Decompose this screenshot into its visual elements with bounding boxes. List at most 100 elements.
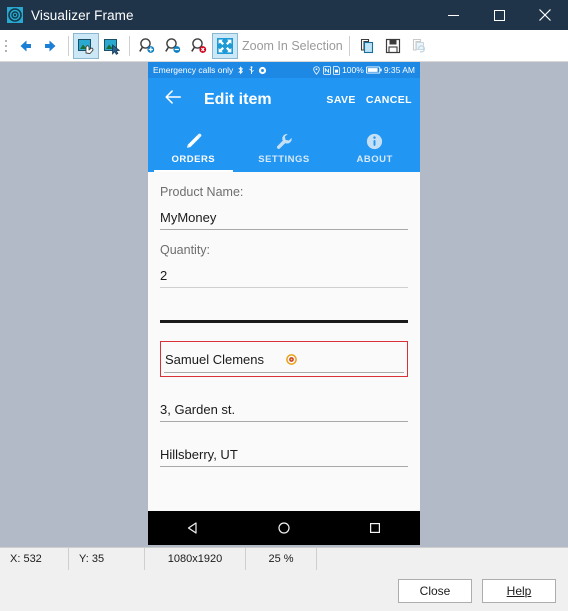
copy-icon: [358, 37, 376, 55]
edit-item-form: Product Name: MyMoney Quantity: 2 Samuel…: [148, 172, 420, 511]
save-icon: [384, 37, 402, 55]
zoom-in-selection-label: Zoom In Selection: [242, 38, 343, 53]
toolbar: Zoom In Selection: [0, 30, 568, 62]
bluetooth-icon: [236, 65, 245, 75]
close-dialog-button[interactable]: Close: [398, 579, 472, 603]
app-bar-title: Edit item: [204, 90, 272, 108]
status-x-cell: X: 532: [0, 548, 69, 570]
back-arrow-button[interactable]: [160, 87, 186, 113]
quantity-value: 2: [160, 268, 168, 283]
refresh-button[interactable]: [406, 33, 432, 59]
back-arrow-icon: [163, 87, 183, 112]
title-bar: Visualizer Frame: [0, 0, 568, 30]
target-marker-icon: [286, 354, 298, 366]
status-extra-cell: [317, 548, 568, 570]
status-resolution-cell: 1080x1920: [145, 548, 246, 570]
tab-settings[interactable]: SETTINGS: [239, 121, 330, 172]
tab-about[interactable]: ABOUT: [329, 121, 420, 172]
nav-home-circle-icon: [277, 521, 291, 535]
tab-orders-label: ORDERS: [171, 153, 216, 165]
status-strip: X: 532 Y: 35 1080x1920 25 %: [0, 547, 568, 570]
status-left-group: Emergency calls only: [153, 65, 267, 75]
sim-icon: [333, 65, 340, 75]
toolbar-separator: [68, 35, 69, 56]
window-title: Visualizer Frame: [31, 7, 134, 23]
address-field[interactable]: 3, Garden st.: [160, 393, 408, 422]
toolbar-grip[interactable]: [2, 35, 10, 57]
usb-icon: [248, 65, 255, 75]
status-y-cell: Y: 35: [69, 548, 145, 570]
quantity-field[interactable]: 2: [160, 259, 408, 288]
refresh-icon: [410, 37, 428, 55]
android-nav-bar: [148, 511, 420, 545]
phone-status-bar: Emergency calls only 100% 9:35 AM: [148, 62, 420, 78]
back-button[interactable]: [12, 33, 38, 59]
address-value: 3, Garden st.: [160, 402, 236, 417]
city-state-field[interactable]: Hillsberry, UT: [160, 438, 408, 467]
nav-recents-button[interactable]: [355, 511, 395, 545]
zoom-in-selection-icon: [216, 37, 234, 55]
visualizer-window: Visualizer Frame Zoom In Selection Emerg…: [0, 0, 568, 611]
app-bar: Edit item SAVE CANCEL: [148, 78, 420, 121]
dialog-footer: Close Help: [0, 570, 568, 611]
empty-field[interactable]: [160, 288, 408, 323]
pan-tool-button[interactable]: [73, 32, 99, 59]
phone-screen: Emergency calls only 100% 9:35 AM Edit i…: [148, 62, 420, 545]
toolbar-separator: [348, 35, 350, 56]
pan-tool-icon: [77, 37, 95, 55]
nav-recents-square-icon: [368, 521, 382, 535]
forward-button[interactable]: [38, 33, 64, 59]
zoom-in-icon: [138, 37, 156, 55]
visualizer-canvas[interactable]: Emergency calls only 100% 9:35 AM Edit i…: [0, 62, 568, 547]
zoom-out-button[interactable]: [160, 33, 186, 59]
maximize-button[interactable]: [476, 0, 522, 30]
location-icon: [312, 65, 321, 75]
battery-icon: [365, 66, 382, 74]
nav-back-button[interactable]: [173, 511, 213, 545]
tab-orders[interactable]: ORDERS: [148, 121, 239, 172]
tab-bar: ORDERS SETTINGS ABOUT: [148, 121, 420, 172]
save-action-button[interactable]: SAVE: [326, 94, 355, 106]
product-name-value: MyMoney: [160, 210, 217, 225]
back-icon: [16, 37, 34, 55]
tab-settings-label: SETTINGS: [258, 153, 310, 165]
help-button-label: Help: [506, 584, 532, 598]
minimize-button[interactable]: [430, 0, 476, 30]
zoom-reset-icon: [190, 37, 208, 55]
nfc-icon: [323, 65, 331, 75]
zoom-reset-button[interactable]: [186, 33, 212, 59]
pencil-icon: [184, 131, 203, 153]
forward-icon: [42, 37, 60, 55]
status-zoom-cell: 25 %: [246, 548, 317, 570]
settings-gear-icon: [258, 66, 267, 75]
close-button[interactable]: [522, 0, 568, 30]
customer-name-value: Samuel Clemens: [165, 352, 264, 367]
quantity-label: Quantity:: [160, 243, 211, 257]
zoom-in-button[interactable]: [134, 33, 160, 59]
battery-percent-label: 100%: [342, 65, 364, 75]
toolbar-separator: [129, 35, 130, 56]
zoom-out-icon: [164, 37, 182, 55]
clock-label: 9:35 AM: [383, 65, 415, 75]
product-name-label: Product Name:: [160, 185, 244, 199]
wrench-icon: [275, 131, 294, 153]
window-controls: [430, 0, 568, 30]
app-gear-icon: [7, 7, 23, 23]
save-button[interactable]: [380, 33, 406, 59]
status-right-group: 100% 9:35 AM: [312, 65, 415, 75]
field-underline: [164, 372, 404, 373]
select-tool-icon: [103, 37, 121, 55]
cancel-action-button[interactable]: CANCEL: [366, 94, 412, 106]
select-tool-button[interactable]: [99, 33, 125, 59]
tab-about-label: ABOUT: [356, 153, 393, 165]
carrier-label: Emergency calls only: [153, 65, 234, 75]
customer-name-field[interactable]: Samuel Clemens: [160, 341, 408, 377]
city-state-value: Hillsberry, UT: [160, 447, 238, 462]
nav-back-triangle-icon: [186, 521, 200, 535]
nav-home-button[interactable]: [264, 511, 304, 545]
info-icon: [365, 131, 384, 153]
product-name-field[interactable]: MyMoney: [160, 201, 408, 230]
zoom-in-selection-button[interactable]: [212, 32, 238, 59]
copy-button[interactable]: [354, 33, 380, 59]
help-dialog-button[interactable]: Help: [482, 579, 556, 603]
